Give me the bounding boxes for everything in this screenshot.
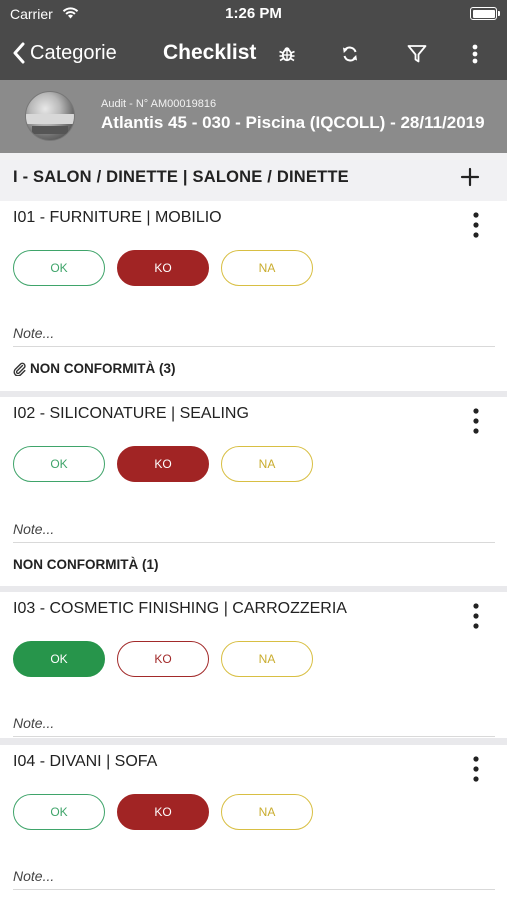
ko-button[interactable]: KO xyxy=(117,446,209,482)
section-header: I - SALON / DINETTE | SALONE / DINETTE xyxy=(0,153,507,201)
sync-button[interactable] xyxy=(336,40,364,68)
na-button[interactable]: NA xyxy=(221,641,313,677)
more-vertical-icon[interactable] xyxy=(469,602,483,630)
na-button[interactable]: NA xyxy=(221,794,313,830)
non-conformity-link[interactable]: NON CONFORMITÀ (3) xyxy=(13,361,176,376)
status-bar: Carrier 1:26 PM xyxy=(0,0,507,28)
na-button[interactable]: NA xyxy=(221,446,313,482)
back-button[interactable]: Categorie xyxy=(12,38,117,68)
checklist-item: I01 - FURNITURE | MOBILIO OK KO NA Note.… xyxy=(0,201,507,391)
checklist-item: I02 - SILICONATURE | SEALING OK KO NA No… xyxy=(0,397,507,586)
filter-button[interactable] xyxy=(403,40,431,68)
ko-button[interactable]: KO xyxy=(117,794,209,830)
paperclip-icon xyxy=(13,362,26,376)
audit-title: Atlantis 45 - 030 - Piscina (IQCOLL) - 2… xyxy=(101,113,485,132)
plus-icon[interactable] xyxy=(459,166,481,188)
non-conformity-link[interactable]: NON CONFORMITÀ (1) xyxy=(13,557,159,572)
na-button[interactable]: NA xyxy=(221,250,313,286)
more-vertical-icon[interactable] xyxy=(469,407,483,435)
audit-number: Audit - N° AM00019816 xyxy=(101,98,217,110)
page-title: Checklist xyxy=(163,41,257,64)
note-field[interactable]: Note... xyxy=(13,319,495,347)
ko-button[interactable]: KO xyxy=(117,641,209,677)
section-title: I - SALON / DINETTE | SALONE / DINETTE xyxy=(13,168,349,186)
audit-thumbnail xyxy=(25,91,75,141)
checklist-item: I04 - DIVANI | SOFA OK KO NA Note... xyxy=(0,745,507,900)
item-title: I02 - SILICONATURE | SEALING xyxy=(13,405,249,422)
ok-button[interactable]: OK xyxy=(13,446,105,482)
nav-bar: Categorie Checklist xyxy=(0,28,507,80)
ok-button[interactable]: OK xyxy=(13,641,105,677)
note-field[interactable]: Note... xyxy=(13,862,495,890)
non-conformity-label: NON CONFORMITÀ (3) xyxy=(30,361,176,376)
item-title: I01 - FURNITURE | MOBILIO xyxy=(13,209,222,226)
note-field[interactable]: Note... xyxy=(13,709,495,737)
filter-icon xyxy=(407,45,427,63)
ko-button[interactable]: KO xyxy=(117,250,209,286)
more-vertical-icon[interactable] xyxy=(469,211,483,239)
item-title: I04 - DIVANI | SOFA xyxy=(13,753,158,770)
audit-header: Audit - N° AM00019816 Atlantis 45 - 030 … xyxy=(0,80,507,153)
ok-button[interactable]: OK xyxy=(13,794,105,830)
note-field[interactable]: Note... xyxy=(13,515,495,543)
back-chevron-icon xyxy=(13,42,25,64)
more-vertical-icon[interactable] xyxy=(469,755,483,783)
non-conformity-label: NON CONFORMITÀ (1) xyxy=(13,557,159,572)
bug-icon xyxy=(279,47,295,62)
checklist-item: I03 - COSMETIC FINISHING | CARROZZERIA O… xyxy=(0,592,507,738)
bug-button[interactable] xyxy=(273,40,301,68)
ok-button[interactable]: OK xyxy=(13,250,105,286)
more-menu-button[interactable] xyxy=(461,40,489,68)
item-title: I03 - COSMETIC FINISHING | CARROZZERIA xyxy=(13,600,347,617)
clock: 1:26 PM xyxy=(225,5,282,22)
more-vertical-icon xyxy=(472,44,478,64)
sync-icon xyxy=(343,46,357,62)
battery-icon xyxy=(470,7,500,20)
back-label: Categorie xyxy=(30,41,117,64)
